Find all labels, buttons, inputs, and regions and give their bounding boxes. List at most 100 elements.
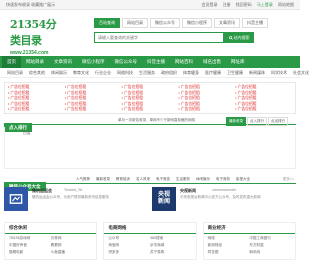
nav-douyin[interactable]: 抖音主播 (142, 56, 170, 68)
wechat-card[interactable]: 微杭运运会 Tencent_Sh 微杭运运会公众号，为用户提供最新资讯信息服务 (4, 187, 144, 215)
ad-slot-link[interactable]: • 广告位招租 (178, 91, 235, 96)
ad-slot-link[interactable]: • 广告位招租 (178, 85, 235, 90)
ad-slot-link[interactable]: • 广告位招租 (122, 91, 179, 96)
hot-tab-out-rank[interactable]: 点出排行 (268, 117, 288, 126)
wechat-tab[interactable]: 休闲娱乐 (196, 177, 210, 182)
sitemap-link[interactable]: 网站地图 (278, 2, 294, 7)
search-tab-site-query[interactable]: 百站查询 (94, 18, 120, 28)
category-link[interactable]: 公众号 (108, 236, 150, 241)
nav-wechat-public[interactable]: 微信公众号 (110, 56, 143, 68)
nav-articles[interactable]: 文章资讯 (49, 56, 77, 68)
ad-slot-link[interactable]: • 广告位招租 (235, 107, 292, 112)
quick-login-link[interactable]: 马上登录 (257, 2, 273, 7)
category-link[interactable]: 360搜索 (150, 236, 192, 241)
category-link[interactable]: 贝林网 (51, 236, 93, 241)
hot-tab-latest[interactable]: 最新收录 (226, 117, 246, 126)
wechat-tab[interactable]: 电子商务 (216, 177, 230, 182)
search-tab-articles[interactable]: 文章资讯 (214, 18, 240, 28)
ad-slot-link[interactable]: • 广告位招租 (8, 102, 65, 107)
subnav-item[interactable]: 政府组织 (158, 68, 180, 77)
wechat-card[interactable]: 央视 新闻 央视新闻 cctvnewscenter 中央电视台新闻中心官方公众号… (152, 187, 292, 215)
subnav-item[interactable]: 休闲娱乐 (48, 68, 70, 77)
subnav-item[interactable]: 生活服务 (136, 68, 158, 77)
search-tab-directory[interactable]: 网站目录 (122, 18, 148, 28)
ad-slot-link[interactable]: • 广告位招租 (8, 91, 65, 96)
ad-slot-link[interactable]: • 广告位招租 (8, 107, 65, 112)
category-link[interactable]: 猫眼电影 (9, 250, 51, 255)
category-link[interactable]: 拼多多 (108, 250, 150, 255)
nav-directory[interactable]: 网站目录 (21, 56, 49, 68)
wechat-more-link[interactable]: 更多>> (283, 175, 294, 184)
search-bar: 站内搜索 (94, 32, 254, 43)
ad-slot-link[interactable]: • 广告位招租 (235, 85, 292, 90)
ad-slot-link[interactable]: • 广告位招租 (122, 107, 179, 112)
wechat-tab[interactable]: 生活服务 (176, 177, 190, 182)
wechat-tab[interactable]: 教育培训 (116, 177, 130, 182)
subnav-item[interactable]: 网站目录 (4, 68, 26, 77)
ad-slot-link[interactable]: • 广告位招租 (65, 107, 122, 112)
category-link[interactable]: 苏宁易购 (150, 250, 192, 255)
ad-slot-link[interactable]: • 广告位招租 (235, 96, 292, 101)
wechat-tab[interactable]: 电子竞技 (156, 177, 170, 182)
nav-url-library[interactable]: 网址库 (226, 56, 250, 68)
ad-slot-link[interactable]: • 广告位招租 (178, 107, 235, 112)
subnav-item[interactable]: 网络科技 (114, 68, 136, 77)
forgot-password-link[interactable]: 找回密码 (236, 2, 252, 7)
hot-tab-in-rank[interactable]: 点入排行 (247, 117, 267, 126)
ad-slot-link[interactable]: • 广告位招租 (235, 102, 292, 107)
category-link[interactable]: 网络 (208, 236, 250, 241)
category-link[interactable]: 中国工商银行 (249, 236, 291, 241)
nav-domain-sale[interactable]: 域名出售 (198, 56, 226, 68)
category-link[interactable]: 看看网 (51, 243, 93, 248)
subnav-item[interactable]: 综合其他 (26, 68, 48, 77)
ad-slot-link[interactable]: • 广告位招租 (235, 91, 292, 96)
category-link[interactable]: 京东商城 (150, 243, 192, 248)
category-link[interactable]: 淘宝网 (108, 243, 150, 248)
wechat-tab[interactable]: 名人风采 (136, 177, 150, 182)
login-link[interactable]: 会员登录 (202, 2, 218, 7)
site-logo[interactable]: 21354分类目录 www.21354.com (10, 16, 60, 56)
ad-slot-link[interactable]: • 广告位招租 (122, 96, 179, 101)
category-link[interactable]: 中国好声音 (9, 243, 51, 248)
category-link[interactable]: 和讯网 (249, 250, 291, 255)
category-column: 商业经济 网络 中国工商银行 新浪财经 东方财富 同花顺 和讯网 (202, 222, 296, 260)
ad-slot-link[interactable]: • 广告位招租 (8, 85, 65, 90)
search-button[interactable]: 站内搜索 (224, 32, 254, 43)
register-link[interactable]: 注册 (223, 2, 231, 7)
category-link[interactable]: 东方财富 (249, 243, 291, 248)
ad-slot-link[interactable]: • 广告位招租 (65, 85, 122, 90)
wechat-tab[interactable]: 影视大全 (236, 177, 250, 182)
subnav-item[interactable]: 社会文化 (290, 68, 312, 77)
category-link[interactable]: 新浪财经 (208, 243, 250, 248)
subnav-item[interactable]: 卫生健康 (224, 68, 246, 77)
subnav-item[interactable]: 教育文化 (70, 68, 92, 77)
hot-rank-item[interactable]: 百度 (23, 131, 31, 136)
nav-home[interactable]: 首页 (2, 56, 21, 68)
ad-slot-link[interactable]: • 广告位招租 (178, 96, 235, 101)
search-tab-wechat-public[interactable]: 微信公众号 (150, 18, 180, 28)
ad-slot-link[interactable]: • 广告位招租 (122, 102, 179, 107)
ad-slot-link[interactable]: • 广告位招租 (65, 102, 122, 107)
category-column-title: 综合休闲 (5, 223, 97, 234)
wechat-tab[interactable]: 人气推荐 (76, 177, 90, 182)
nav-miniprogram[interactable]: 微信小程序 (77, 56, 110, 68)
search-input[interactable] (94, 32, 224, 43)
category-link[interactable]: 7K678游戏网 (9, 236, 51, 241)
category-link[interactable]: 斗鱼直播 (51, 250, 93, 255)
ad-slot-link[interactable]: • 广告位招租 (122, 85, 179, 90)
ad-slot-link[interactable]: • 广告位招租 (65, 91, 122, 96)
search-tab-miniprogram[interactable]: 微信小程序 (182, 18, 212, 28)
subnav-item[interactable]: 科学技术 (268, 68, 290, 77)
ad-slot-link[interactable]: • 广告位招租 (65, 96, 122, 101)
subnav-item[interactable]: 行业企业 (92, 68, 114, 77)
search-tab-douyin[interactable]: 抖音主播 (242, 18, 268, 28)
wechat-tab[interactable]: 最新收录 (96, 177, 110, 182)
wechat-list: 微杭运运会 Tencent_Sh 微杭运运会公众号，为用户提供最新资讯信息服务 … (4, 184, 296, 216)
nav-wiki[interactable]: 网站百科 (170, 56, 198, 68)
category-link[interactable]: 同花顺 (208, 250, 250, 255)
subnav-item[interactable]: 体育健身 (180, 68, 202, 77)
ad-slot-link[interactable]: • 广告位招租 (178, 102, 235, 107)
subnav-item[interactable]: 新闻媒体 (246, 68, 268, 77)
subnav-item[interactable]: 医疗健康 (202, 68, 224, 77)
ad-slot-link[interactable]: • 广告位招租 (8, 96, 65, 101)
